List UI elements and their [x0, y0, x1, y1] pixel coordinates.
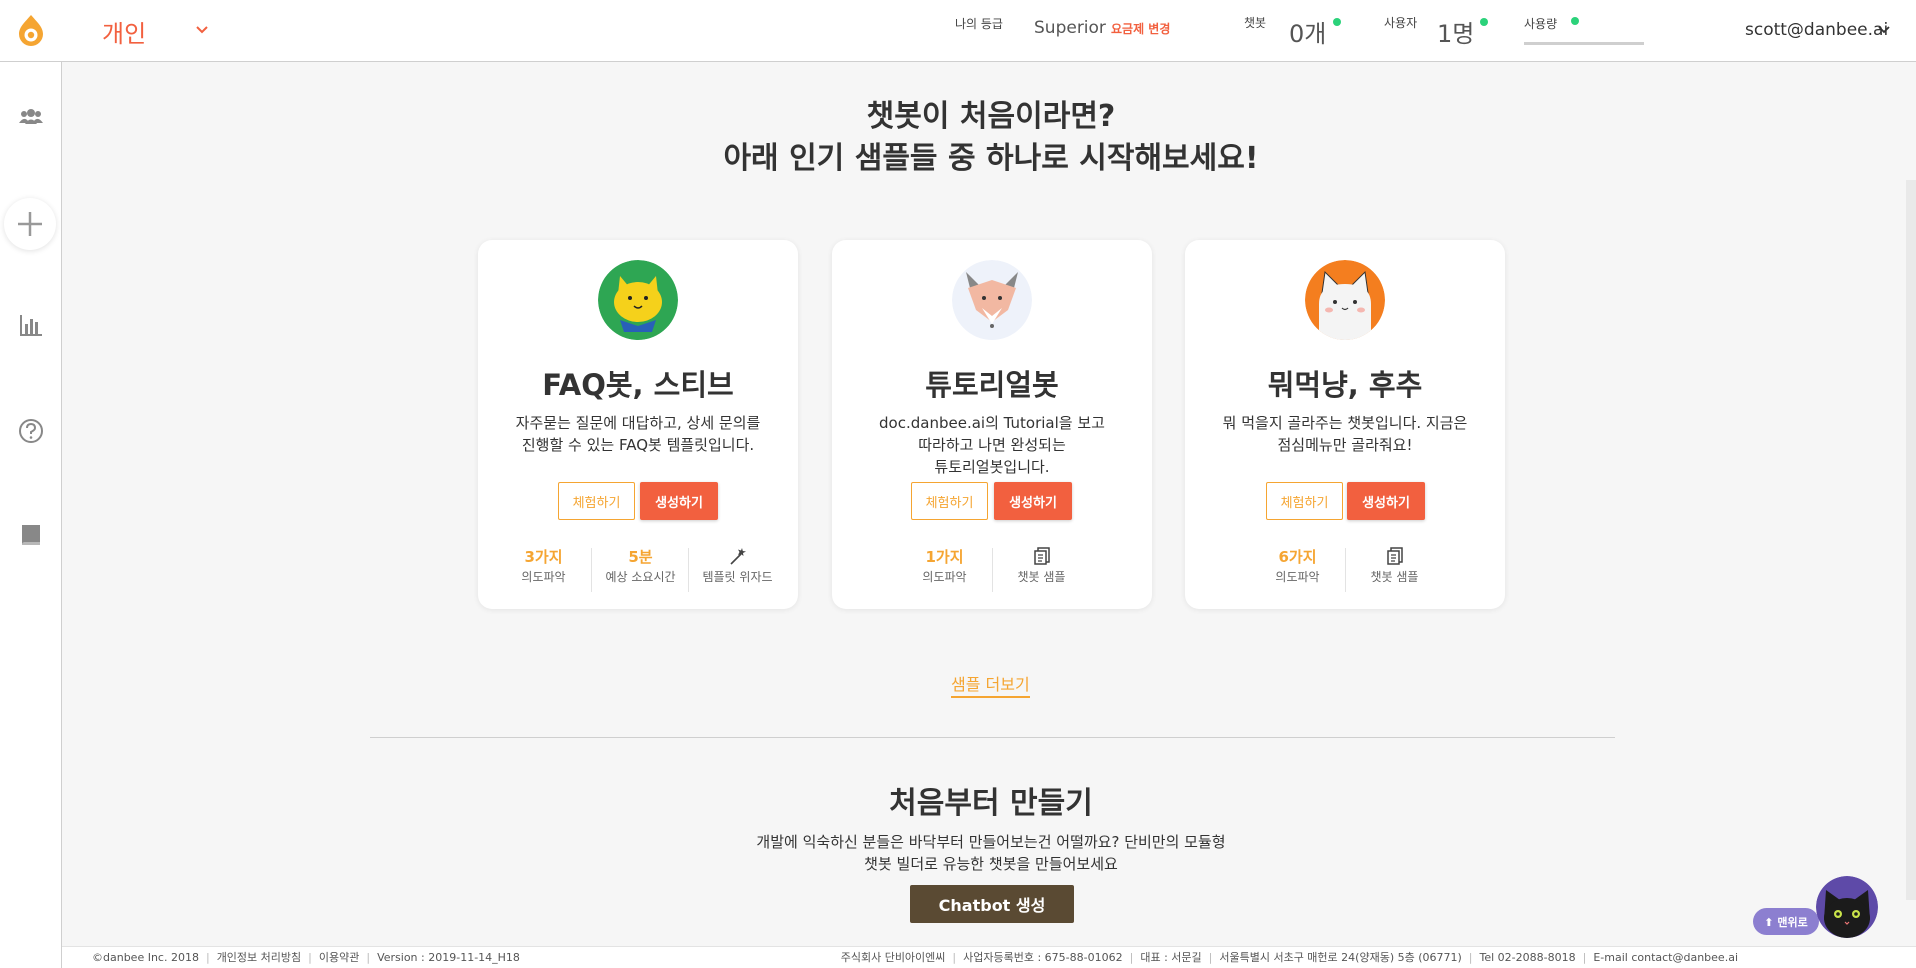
stat-wizard: 템플릿 위자드 [689, 546, 786, 586]
users-value: 1명 [1437, 20, 1475, 48]
document-icon [1386, 547, 1403, 565]
faq-cat-avatar [598, 260, 678, 340]
usage-bar [1524, 42, 1644, 45]
stat-sample: 챗봇 샘플 [1346, 546, 1443, 586]
create-chatbot-button[interactable]: Chatbot 생성 [910, 885, 1074, 923]
chevron-down-icon[interactable] [192, 20, 212, 40]
grade-label: 나의 등급 [955, 17, 1003, 31]
company-tel: Tel 02-2088-8018 [1479, 951, 1576, 964]
privacy-link[interactable]: 개인정보 처리방침 [217, 951, 301, 964]
card-description: 뭐 먹을지 골라주는 챗봇입니다. 지금은 점심메뉴만 골라줘요! [1222, 414, 1468, 454]
company-address: 서울특별시 서초구 매헌로 24(양재동) 5층 (06771) [1219, 951, 1462, 964]
menu-cat-avatar [1305, 260, 1385, 340]
change-plan-link[interactable]: 요금제 변경 [1111, 20, 1170, 37]
section-divider [370, 737, 1615, 738]
danbee-logo-icon[interactable] [16, 14, 46, 46]
create-button[interactable]: 생성하기 [640, 482, 718, 520]
create-button[interactable]: 생성하기 [1347, 482, 1425, 520]
sidebar [0, 62, 62, 968]
document-icon [1033, 547, 1050, 565]
try-button[interactable]: 체험하기 [558, 482, 635, 520]
plus-icon [18, 212, 42, 236]
book-icon[interactable] [16, 520, 46, 550]
scratch-description: 개발에 익숙하신 분들은 바닥부터 만들어보는건 어떨까요? 단비만의 모듈형 … [756, 833, 1226, 873]
intro-heading-2: 아래 인기 샘플들 중 하나로 시작해보세요! [723, 141, 1259, 176]
stat-intents: 6가지 의도파악 [1275, 548, 1320, 584]
copyright-text: ©danbee Inc. 2018 [92, 951, 199, 964]
chat-cat-icon[interactable] [1816, 876, 1878, 938]
try-button[interactable]: 체험하기 [1266, 482, 1343, 520]
chatbot-count-label: 챗봇 [1244, 16, 1267, 30]
users-status-dot [1480, 18, 1488, 26]
version-text: Version : 2019-11-14_H18 [377, 951, 520, 964]
scrollbar[interactable] [1906, 180, 1916, 900]
usage-label: 사용량 [1524, 17, 1558, 31]
stat-sample: 챗봇 샘플 [993, 546, 1090, 586]
bar-chart-icon[interactable] [16, 310, 46, 340]
terms-link[interactable]: 이용약관 [319, 951, 359, 964]
tutorial-fox-avatar [952, 260, 1032, 340]
stat-intents: 1가지 의도파악 [922, 548, 967, 584]
scroll-top-button[interactable]: ⬆ 맨위로 [1753, 908, 1819, 935]
grade-value: Superior [1034, 18, 1106, 38]
sample-card-faq: FAQ봇, 스티브 자주묻는 질문에 대답하고, 상세 문의를 진행할 수 있는… [478, 240, 798, 609]
users-label: 사용자 [1384, 16, 1418, 30]
sample-card-tutorial: 튜토리얼봇 doc.danbee.ai의 Tutorial을 보고 따라하고 나… [832, 240, 1152, 609]
footer: ©danbee Inc. 2018 | 개인정보 처리방침 | 이용약관 | Version… [62, 946, 1916, 968]
card-title: 튜토리얼봇 [925, 368, 1059, 402]
company-name: 주식회사 단비아이엔씨 [840, 951, 946, 964]
chevron-down-icon[interactable] [1876, 22, 1892, 38]
magic-wand-icon [729, 548, 746, 565]
more-samples-link[interactable]: 샘플 더보기 [951, 671, 1030, 698]
stat-time: 5분 예상 소요시간 [605, 548, 676, 584]
user-email[interactable]: scott@danbee.ai [1745, 20, 1888, 40]
stat-intents: 3가지 의도파악 [521, 548, 566, 584]
usage-status-dot [1571, 17, 1579, 25]
company-email: E-mail contact@danbee.ai [1593, 951, 1738, 964]
ceo-name: 대표 : 서문길 [1140, 951, 1202, 964]
scratch-heading: 처음부터 만들기 [889, 786, 1093, 821]
workspace-select[interactable]: 개인 [102, 14, 146, 49]
sample-card-menu: 뭐먹냥, 후추 뭐 먹을지 골라주는 챗봇입니다. 지금은 점심메뉴만 골라줘요… [1185, 240, 1505, 609]
business-number: 사업자등록번호 : 675-88-01062 [963, 951, 1123, 964]
intro-heading-1: 챗봇이 처음이라면? [866, 99, 1116, 134]
footer-left: ©danbee Inc. 2018 | 개인정보 처리방침 | 이용약관 | Version… [92, 951, 520, 964]
help-icon[interactable] [16, 416, 46, 446]
try-button[interactable]: 체험하기 [911, 482, 988, 520]
top-header: 개인 나의 등급 Superior 요금제 변경 챗봇 0개 사용자 1명 사용… [0, 0, 1916, 62]
card-description: 자주묻는 질문에 대답하고, 상세 문의를 진행할 수 있는 FAQ봇 템플릿입… [515, 414, 761, 454]
card-title: FAQ봇, 스티브 [542, 368, 734, 402]
footer-right: 주식회사 단비아이엔씨 | 사업자등록번호 : 675-88-01062 | 대표 : … [840, 951, 1738, 964]
chatbot-status-dot [1333, 18, 1341, 26]
add-chatbot-button[interactable] [4, 198, 56, 250]
card-description: doc.danbee.ai의 Tutorial을 보고 따라하고 나면 완성되는… [879, 414, 1105, 476]
people-icon[interactable] [16, 102, 46, 132]
card-title: 뭐먹냥, 후추 [1267, 368, 1423, 402]
chatbot-count-value: 0개 [1289, 20, 1327, 48]
create-button[interactable]: 생성하기 [994, 482, 1072, 520]
